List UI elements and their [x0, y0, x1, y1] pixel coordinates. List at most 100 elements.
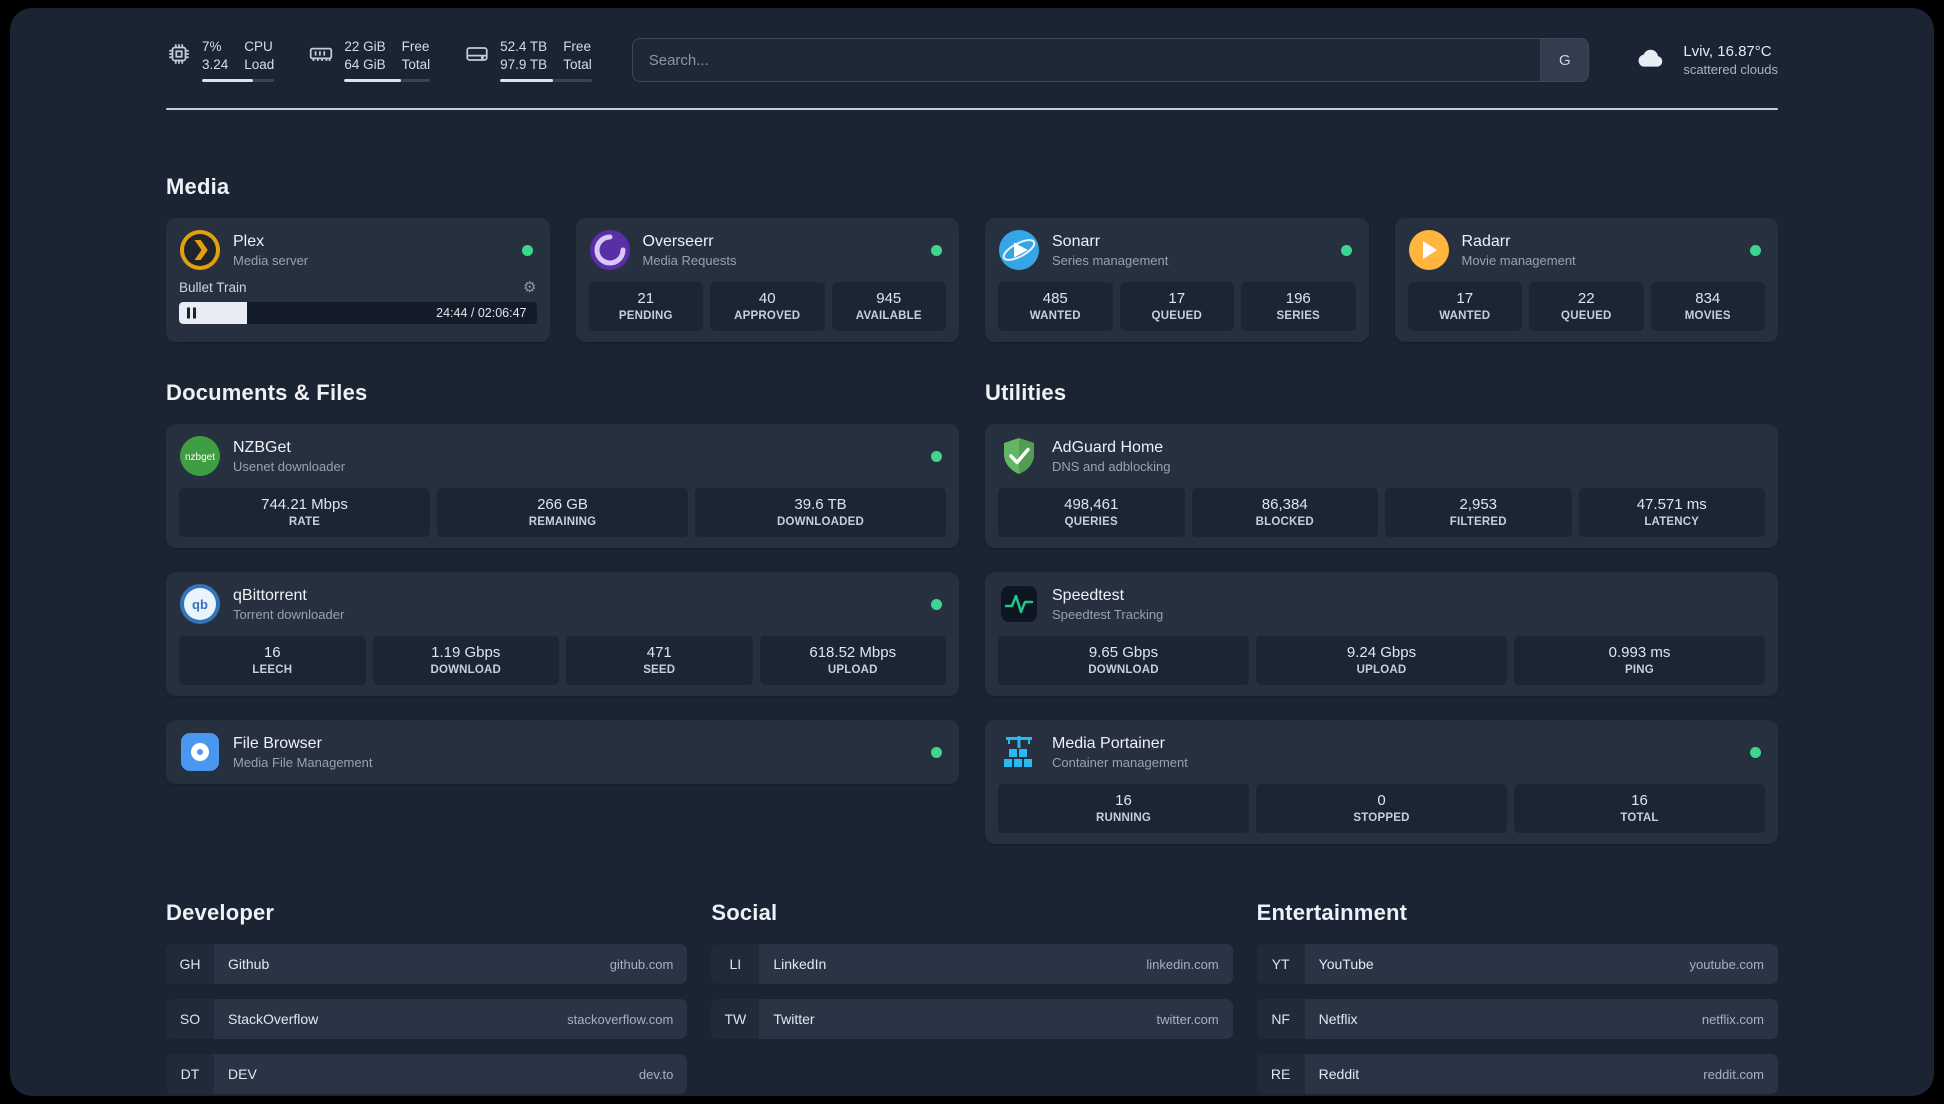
stat-value: 834 [1695, 290, 1721, 307]
stat-label: FILTERED [1449, 516, 1507, 528]
service-card-filebrowser[interactable]: File Browser Media File Management [166, 720, 959, 784]
bookmark-abbr: LI [711, 944, 760, 984]
service-description: Media Requests [642, 253, 737, 269]
service-card-overseerr[interactable]: Overseerr Media Requests 21 PENDING 40 A… [575, 218, 959, 342]
stat-value: 196 [1285, 290, 1311, 307]
stat-label: WANTED [1029, 310, 1081, 322]
service-description: Media File Management [233, 755, 373, 771]
qbittorrent-icon: qb [179, 583, 221, 625]
stat-cell: 86,384 BLOCKED [1191, 488, 1378, 537]
cpu-load-value: 3.24 [202, 57, 229, 72]
stat-label: DOWNLOADED [777, 516, 864, 528]
cpu-icon [166, 41, 192, 72]
stat-value: 21 [637, 290, 655, 307]
stat-label: STOPPED [1353, 812, 1410, 824]
service-stats: 744.21 Mbps RATE 266 GB REMAINING 39.6 T… [179, 488, 946, 537]
bookmark-linkedin[interactable]: LI LinkedIn linkedin.com [711, 944, 1233, 984]
search-provider-button[interactable]: G [1540, 39, 1589, 81]
weather-condition: scattered clouds [1683, 62, 1778, 77]
service-card-portainer[interactable]: Media Portainer Container management 16 … [985, 720, 1778, 844]
service-stats: 17 WANTED 22 QUEUED 834 MOVIES [1407, 282, 1765, 331]
playback-progress-bar[interactable]: 24:44 / 02:06:47 [179, 302, 537, 324]
top-bar: 7% 3.24 CPU Load 22 GiB 64 GiB Free Tota… [166, 38, 1778, 82]
stat-value: 471 [646, 644, 672, 661]
sonarr-icon [998, 229, 1040, 271]
stat-value: 1.19 Gbps [431, 644, 501, 661]
stat-label: SEED [643, 664, 676, 676]
disk-free-value: 52.4 TB [500, 39, 548, 55]
service-description: DNS and adblocking [1052, 459, 1171, 475]
stat-value: 16 [1631, 792, 1648, 809]
disk-label-1: Free [563, 39, 591, 55]
service-description: Container management [1052, 755, 1188, 771]
now-playing-title: Bullet Train [179, 280, 247, 295]
service-name: Overseerr [642, 232, 714, 250]
stat-label: RATE [288, 516, 321, 528]
bookmark-name: StackOverflow [228, 1011, 319, 1027]
bookmark-stackoverflow[interactable]: SO StackOverflow stackoverflow.com [166, 999, 688, 1039]
stat-label: WANTED [1439, 310, 1491, 322]
gear-icon[interactable]: ⚙ [523, 280, 536, 295]
cpu-usage: 7% [202, 39, 222, 55]
stat-label: DOWNLOAD [430, 664, 502, 676]
status-dot [521, 244, 533, 256]
service-stats: 16 RUNNING 0 STOPPED 16 TOTAL [998, 784, 1765, 833]
stat-cell: 21 PENDING [588, 282, 703, 331]
bookmark-url: github.com [609, 956, 674, 972]
status-dot [1750, 244, 1761, 256]
disk-widget: 52.4 TB 97.9 TB Free Total [464, 38, 592, 82]
bookmark-group-developer: Developer GH Github github.com SO StackO… [166, 900, 688, 1094]
service-name: Sonarr [1052, 232, 1101, 250]
service-card-sonarr[interactable]: Sonarr Series management 485 WANTED 17 Q… [985, 218, 1369, 342]
service-card-radarr[interactable]: Radarr Movie management 17 WANTED 22 QUE… [1394, 218, 1778, 342]
stat-label: BLOCKED [1255, 516, 1314, 528]
stat-label: QUEUED [1151, 310, 1202, 322]
bookmark-twitter[interactable]: TW Twitter twitter.com [711, 999, 1233, 1039]
service-description: Movie management [1461, 253, 1576, 269]
stat-cell: 471 SEED [566, 636, 753, 685]
service-stats: 16 LEECH 1.19 Gbps DOWNLOAD 471 SEED 618… [179, 636, 946, 685]
filebrowser-icon [179, 731, 221, 773]
service-name: qBittorrent [233, 586, 307, 604]
stat-value: 266 GB [537, 496, 588, 513]
status-dot [1750, 746, 1761, 758]
stat-cell: 47.571 ms LATENCY [1578, 488, 1765, 537]
stat-cell: 618.52 Mbps UPLOAD [759, 636, 946, 685]
service-card-speedtest[interactable]: Speedtest Speedtest Tracking 9.65 Gbps D… [985, 572, 1778, 696]
radarr-icon [1408, 229, 1450, 271]
bookmark-abbr: SO [166, 999, 214, 1039]
stat-value: 0.993 ms [1608, 644, 1671, 661]
bookmark-abbr: RE [1256, 1054, 1305, 1094]
service-card-plex[interactable]: Plex Media server Bullet Train ⚙ 24:44 /… [166, 218, 550, 342]
search-bar[interactable]: G [631, 38, 1590, 82]
service-card-nzbget[interactable]: nzbget NZBGet Usenet downloader 744.21 M… [166, 424, 959, 548]
disk-total-value: 97.9 TB [500, 57, 548, 72]
stat-value: 16 [1115, 792, 1132, 809]
section-title-entertainment: Entertainment [1256, 900, 1408, 925]
stat-value: 945 [876, 290, 902, 307]
stat-cell: 196 SERIES [1241, 282, 1356, 331]
service-card-qbittorrent[interactable]: qb qBittorrent Torrent downloader 16 LEE… [166, 572, 959, 696]
stat-label: QUEUED [1561, 310, 1612, 322]
pause-icon[interactable] [187, 307, 196, 319]
section-title-utilities: Utilities [985, 380, 1067, 405]
stat-cell: 16 TOTAL [1514, 784, 1765, 833]
stat-cell: 16 LEECH [179, 636, 366, 685]
memory-progress-bar [344, 78, 431, 82]
bookmark-github[interactable]: GH Github github.com [166, 944, 688, 984]
stat-label: TOTAL [1620, 812, 1659, 824]
section-title-media: Media [166, 174, 230, 199]
bookmark-netflix[interactable]: NF Netflix netflix.com [1256, 999, 1778, 1039]
bookmark-youtube[interactable]: YT YouTube youtube.com [1256, 944, 1778, 984]
bookmark-url: youtube.com [1689, 956, 1764, 972]
stat-label: PENDING [618, 310, 673, 322]
bookmark-abbr: YT [1256, 944, 1305, 984]
search-input[interactable] [632, 39, 1589, 81]
service-name: Plex [233, 232, 265, 250]
service-description: Torrent downloader [233, 607, 345, 623]
bookmark-dev[interactable]: DT DEV dev.to [166, 1054, 688, 1094]
service-card-adguard[interactable]: AdGuard Home DNS and adblocking 498,461 … [985, 424, 1778, 548]
bookmark-reddit[interactable]: RE Reddit reddit.com [1256, 1054, 1778, 1094]
cpu-progress-bar [202, 78, 275, 82]
stat-value: 0 [1377, 792, 1386, 809]
